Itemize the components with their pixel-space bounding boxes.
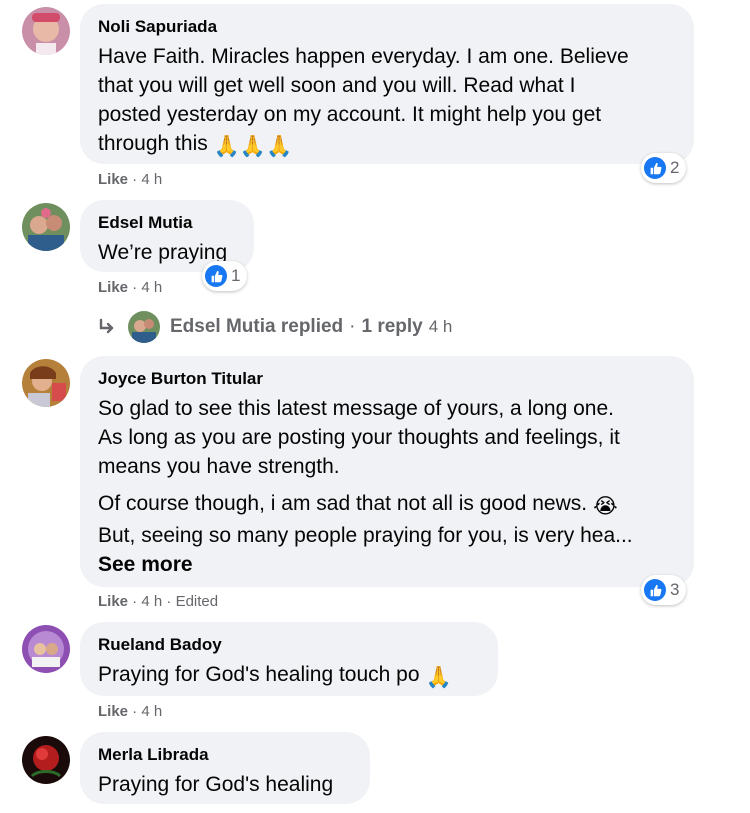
comment-meta: Like · 4 h	[98, 279, 163, 296]
see-more-link[interactable]: See more	[98, 550, 678, 579]
reply-arrow-icon	[99, 318, 114, 334]
timestamp[interactable]: 4 h	[141, 593, 162, 610]
comment-text: Praying for God's healing touch po 🙏	[98, 660, 482, 692]
avatar	[128, 311, 160, 343]
comment-bubble: Rueland Badoy Praying for God's healing …	[80, 622, 498, 696]
pray-emoji: 🙏🙏🙏	[213, 135, 293, 158]
view-replies-link[interactable]: Edsel Mutia replied · 1 reply 4 h	[96, 311, 452, 343]
comment-author[interactable]: Merla Librada	[98, 744, 354, 766]
reaction-count[interactable]: 2	[641, 153, 687, 183]
reaction-count-text: 2	[670, 158, 680, 177]
avatar[interactable]	[22, 7, 70, 55]
comment-author[interactable]: Rueland Badoy	[98, 634, 482, 656]
comment-author[interactable]: Joyce Burton Titular	[98, 368, 678, 390]
comment-text: Praying for God's healing	[98, 773, 334, 796]
like-button[interactable]: Like	[98, 279, 128, 296]
crying-emoji: 😭	[593, 495, 618, 518]
reaction-count[interactable]: 1	[202, 261, 248, 291]
avatar[interactable]	[22, 736, 70, 784]
comment-bubble: Merla Librada Praying for God's healing	[80, 732, 370, 804]
comment-bubble: Noli Sapuriada Have Faith. Miracles happ…	[80, 4, 694, 164]
reaction-count-text: 3	[670, 580, 680, 599]
timestamp[interactable]: 4 h	[141, 279, 162, 296]
thumbs-up-icon	[205, 265, 227, 287]
like-button[interactable]: Like	[98, 171, 128, 188]
reply-author: Edsel Mutia replied	[170, 316, 344, 337]
avatar[interactable]	[22, 359, 70, 407]
separator: ·	[349, 316, 356, 337]
comment-author[interactable]: Noli Sapuriada	[98, 16, 678, 38]
avatar[interactable]	[22, 203, 70, 251]
comment-meta: Like · 4 h	[98, 703, 163, 720]
edited-label: Edited	[175, 593, 219, 610]
reply-count: 1 reply	[361, 316, 423, 337]
timestamp[interactable]: 4 h	[141, 171, 162, 188]
comment-text: But, seeing so many people praying for y…	[98, 524, 633, 547]
comment-meta: Like · 4 h	[98, 171, 163, 188]
like-button[interactable]: Like	[98, 703, 128, 720]
comment-text: So glad to see this latest message of yo…	[98, 397, 620, 478]
comment-text: Of course though, i am sad that not all …	[98, 489, 678, 521]
comment-text: Have Faith. Miracles happen everyday. I …	[98, 42, 678, 161]
like-button[interactable]: Like	[98, 593, 128, 610]
reply-timestamp: 4 h	[428, 317, 453, 336]
reaction-count-text: 1	[231, 266, 241, 285]
comment-bubble: Joyce Burton Titular So glad to see this…	[80, 356, 694, 587]
thumbs-up-icon	[644, 579, 666, 601]
reaction-count[interactable]: 3	[641, 575, 687, 605]
pray-emoji: 🙏	[425, 666, 452, 689]
avatar[interactable]	[22, 625, 70, 673]
timestamp[interactable]: 4 h	[141, 703, 162, 720]
comment-author[interactable]: Edsel Mutia	[98, 212, 238, 234]
comment-meta: Like · 4 h · Edited	[98, 593, 219, 610]
thumbs-up-icon	[644, 157, 666, 179]
